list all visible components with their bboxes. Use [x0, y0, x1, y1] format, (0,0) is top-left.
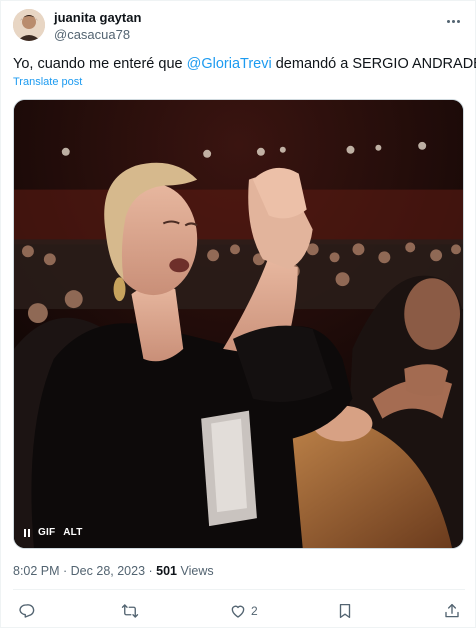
like-button[interactable]: 2: [229, 598, 258, 624]
repost-icon: [121, 604, 139, 618]
more-icon[interactable]: [441, 11, 465, 31]
bookmark-button[interactable]: [336, 598, 354, 624]
tweet-header: juanita gaytan @casacua78: [13, 9, 465, 45]
like-count: 2: [251, 604, 258, 618]
share-button[interactable]: [443, 598, 461, 624]
gif-badge: GIF: [38, 527, 56, 538]
handle[interactable]: @casacua78: [54, 26, 141, 43]
gif-frame: [14, 100, 463, 548]
like-icon: [231, 605, 245, 618]
avatar[interactable]: [13, 9, 45, 41]
translate-link[interactable]: Translate post: [13, 76, 82, 88]
alt-badge[interactable]: ALT: [63, 527, 82, 538]
author-names: juanita gaytan @casacua78: [54, 10, 141, 43]
tweet-text-after: demandó a SERGIO ANDRADE: [271, 56, 476, 72]
tweet-text-before: Yo, cuando me enteré que: [13, 56, 187, 72]
tweet-text: Yo, cuando me enteré que @GloriaTrevi de…: [13, 54, 476, 74]
media-controls: GIF ALT: [24, 527, 83, 538]
gif-media[interactable]: GIF ALT: [13, 99, 464, 549]
display-name[interactable]: juanita gaytan: [54, 10, 141, 26]
tweet-card: juanita gaytan @casacua78 Yo, cuando me …: [0, 0, 476, 628]
timestamp[interactable]: 8:02 PM · Dec 28, 2023 ·: [13, 564, 156, 578]
tweet-meta: 8:02 PM · Dec 28, 2023 · 501 Views: [13, 564, 214, 578]
reply-icon: [19, 604, 35, 618]
views-label: Views: [177, 564, 214, 578]
share-icon: [445, 603, 459, 618]
divider: [13, 589, 465, 590]
action-bar: 2: [13, 598, 465, 624]
repost-button[interactable]: [121, 598, 143, 624]
views-count: 501: [156, 564, 177, 578]
mention-link[interactable]: @GloriaTrevi: [187, 56, 272, 72]
reply-button[interactable]: [17, 598, 39, 624]
pause-icon[interactable]: [24, 528, 30, 537]
bookmark-icon: [339, 603, 351, 619]
